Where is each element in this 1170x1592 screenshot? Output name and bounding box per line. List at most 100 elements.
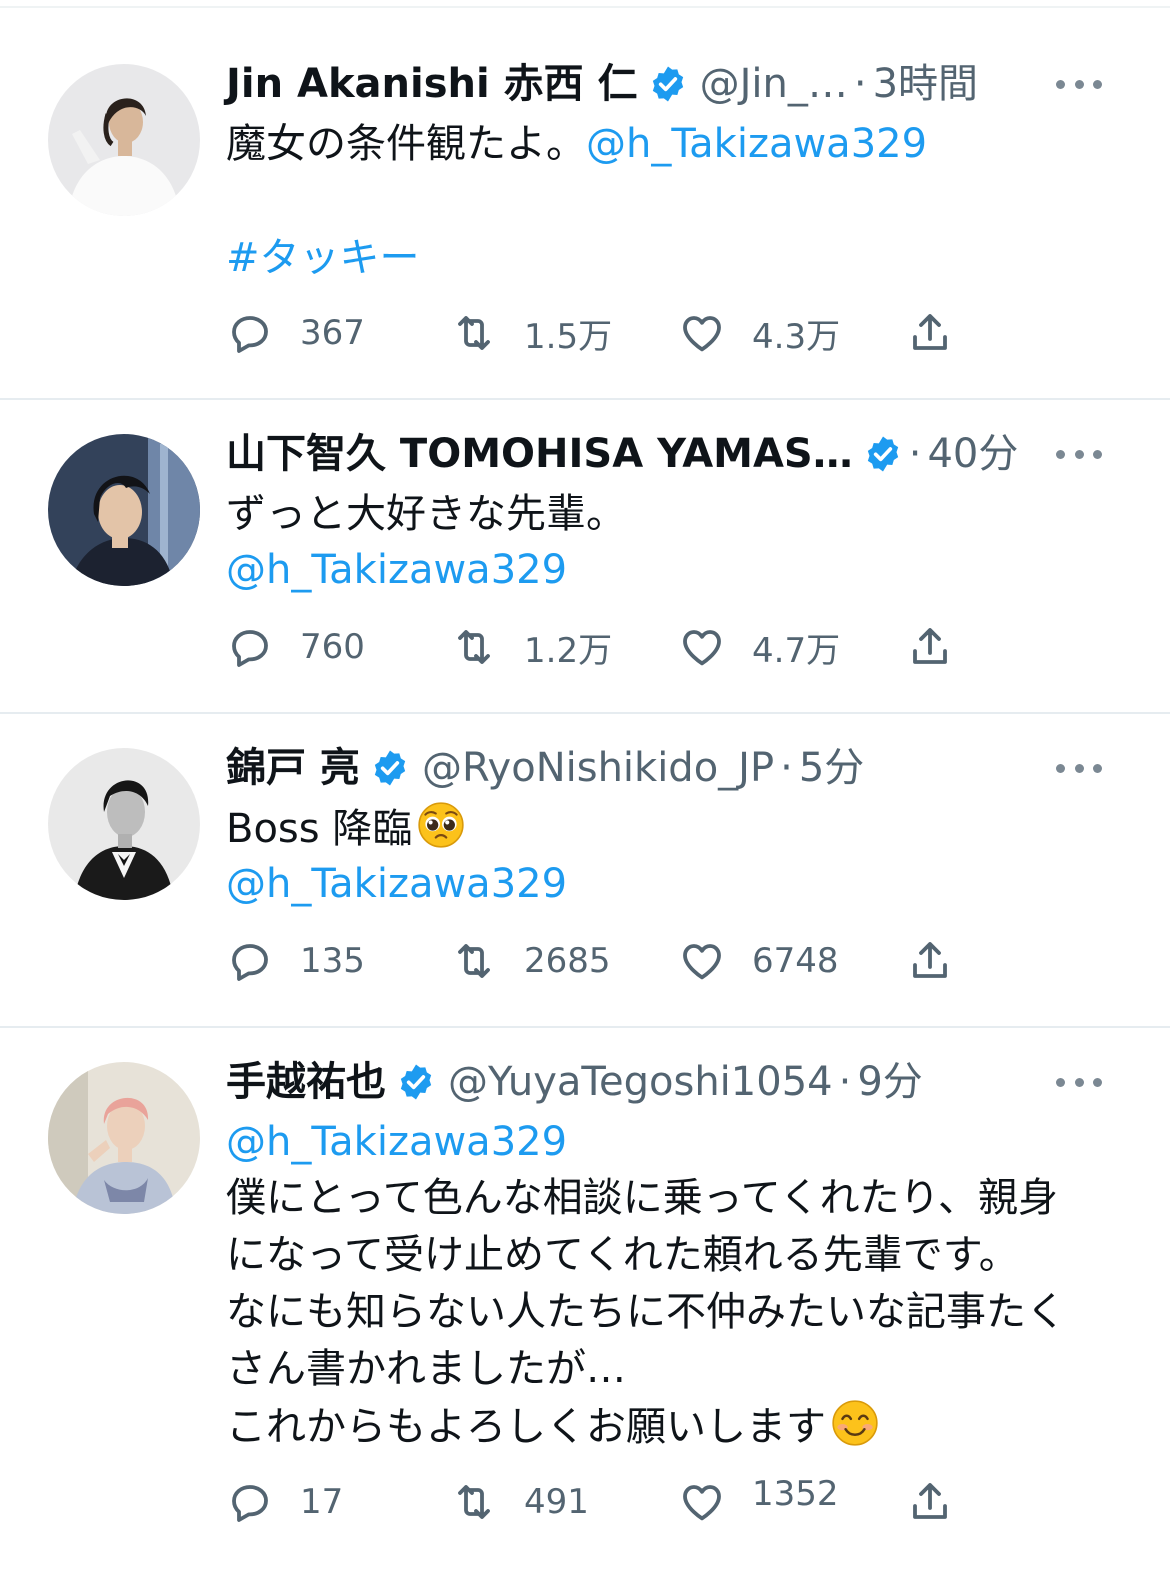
- handle[interactable]: @YuyaTegoshi1054: [448, 1054, 833, 1110]
- reply-count: 135: [300, 941, 365, 981]
- more-dots-icon[interactable]: [1056, 758, 1102, 778]
- share-upload-icon: [913, 942, 947, 978]
- tweet-actions: 135 2685 6748: [226, 933, 986, 989]
- tweet-text-line: #タッキー: [226, 230, 420, 286]
- retweet-button[interactable]: 1.5万: [450, 305, 612, 361]
- separator-dot: ·: [853, 61, 867, 107]
- tweet-text-line: 魔女の条件観たよ。@h_Takizawa329: [226, 116, 927, 172]
- tweet-header: 錦戸 亮 @RyoNishikido_JP · 5分: [226, 740, 864, 796]
- verified-badge-icon: [374, 750, 406, 786]
- retweet-arrows-icon: [458, 1485, 490, 1519]
- tweet-text: になって受け止めてくれた頼れる先輩です。: [226, 1232, 1019, 1278]
- top-divider: [0, 6, 1170, 8]
- tweet-text: 魔女の条件観たよ。: [226, 121, 586, 167]
- tweet-text: 僕にとって色んな相談に乗ってくれたり、親身: [226, 1175, 1058, 1221]
- reply-button[interactable]: 760: [226, 619, 365, 675]
- verified-badge-icon: [867, 436, 898, 472]
- reply-button[interactable]: 17: [226, 1474, 343, 1530]
- retweet-arrows-icon: [458, 630, 490, 664]
- reply-button[interactable]: 367: [226, 305, 365, 361]
- tweet-text-line: Boss 降臨: [226, 800, 466, 857]
- heart-icon: [683, 1485, 721, 1521]
- tweet-text-line: なにも知らない人たちに不仲みたいな記事たく: [226, 1284, 1066, 1340]
- tweet-text-line: @h_Takizawa329: [226, 856, 567, 912]
- tweet-header: 山下智久 TOMOHISA YAMAS… · 40分: [226, 426, 1018, 482]
- share-button[interactable]: [906, 1474, 954, 1530]
- more-dots-icon[interactable]: [1056, 444, 1102, 464]
- reply-count: 17: [300, 1482, 344, 1522]
- verified-badge-icon: [652, 66, 683, 102]
- timestamp[interactable]: 5分: [799, 740, 864, 796]
- timestamp[interactable]: 40分: [927, 426, 1018, 482]
- reply-count: 367: [300, 313, 365, 353]
- timestamp[interactable]: 9分: [857, 1054, 922, 1110]
- retweet-button[interactable]: 1.2万: [450, 619, 612, 675]
- display-name[interactable]: 山下智久 TOMOHISA YAMAS…: [226, 426, 853, 482]
- mention-link[interactable]: @h_Takizawa329: [226, 861, 567, 907]
- tweet-text-line: @h_Takizawa329: [226, 1114, 567, 1170]
- handle[interactable]: @Jin_…: [700, 56, 848, 112]
- tweet-divider: [0, 712, 1170, 714]
- retweet-button[interactable]: 2685: [450, 933, 611, 989]
- tweet-actions: 17 491 1352: [226, 1474, 986, 1530]
- mention-link[interactable]: @h_Takizawa329: [226, 1119, 567, 1165]
- like-button[interactable]: 4.3万: [678, 305, 840, 361]
- mention-link[interactable]: @h_Takizawa329: [586, 121, 927, 167]
- share-button[interactable]: [906, 619, 954, 675]
- avatar[interactable]: [48, 748, 200, 900]
- separator-dot: ·: [838, 1059, 852, 1105]
- retweet-button[interactable]: 491: [450, 1474, 589, 1530]
- like-count: 4.7万: [752, 630, 841, 671]
- heart-icon: [683, 944, 721, 980]
- separator-dot: ·: [908, 431, 922, 477]
- speech-bubble-icon: [232, 630, 268, 667]
- tweet-text: Boss 降臨: [226, 806, 413, 852]
- avatar[interactable]: [48, 434, 200, 586]
- avatar[interactable]: [48, 1062, 200, 1214]
- verified-badge-icon: [400, 1064, 432, 1100]
- share-upload-icon: [913, 314, 947, 350]
- mention-link[interactable]: @h_Takizawa329: [226, 547, 567, 593]
- more-dots-icon[interactable]: [1056, 74, 1102, 94]
- like-button[interactable]: 4.7万: [678, 619, 840, 675]
- more-dots-icon[interactable]: [1056, 1072, 1102, 1092]
- tweet-text: これからもよろしくお願いします: [226, 1404, 826, 1450]
- display-name[interactable]: 錦戸 亮: [226, 740, 360, 796]
- like-button[interactable]: 6748: [678, 933, 839, 989]
- retweet-count: 1.5万: [524, 316, 613, 357]
- retweet-arrows-icon: [458, 316, 490, 350]
- retweet-count: 491: [524, 1482, 589, 1522]
- like-count: 1352: [752, 1474, 839, 1514]
- tweet-header: Jin Akanishi 赤西 仁 @Jin_… · 3時間: [226, 56, 978, 112]
- retweet-count: 1.2万: [524, 630, 613, 671]
- share-button[interactable]: [906, 305, 954, 361]
- display-name[interactable]: Jin Akanishi 赤西 仁: [226, 56, 638, 112]
- like-button[interactable]: 1352: [678, 1474, 839, 1530]
- share-upload-icon: [913, 628, 947, 664]
- tweet-text: さん書かれましたが…: [226, 1346, 626, 1392]
- speech-bubble-icon: [232, 316, 268, 353]
- heart-icon: [683, 630, 721, 666]
- heart-icon: [683, 316, 721, 352]
- like-count: 6748: [752, 941, 839, 981]
- display-name[interactable]: 手越祐也: [226, 1054, 386, 1110]
- tweet-text-line: これからもよろしくお願いします: [226, 1398, 880, 1455]
- retweet-count: 2685: [524, 941, 611, 981]
- pleading-face-emoji: [418, 802, 464, 848]
- tweet-divider: [0, 1026, 1170, 1028]
- tweet-header: 手越祐也 @YuyaTegoshi1054 · 9分: [226, 1054, 923, 1110]
- tweet-text-line: さん書かれましたが…: [226, 1341, 626, 1397]
- tweet-text-line: 僕にとって色んな相談に乗ってくれたり、親身: [226, 1170, 1058, 1226]
- timestamp[interactable]: 3時間: [873, 56, 978, 112]
- reply-button[interactable]: 135: [226, 933, 365, 989]
- tweet-actions: 760 1.2万 4.7万: [226, 619, 986, 675]
- avatar[interactable]: [48, 64, 200, 216]
- like-count: 4.3万: [752, 316, 841, 357]
- speech-bubble-icon: [232, 1485, 268, 1522]
- handle[interactable]: @RyoNishikido_JP: [422, 740, 774, 796]
- hashtag-link[interactable]: #タッキー: [226, 235, 420, 281]
- tweet-actions: 367 1.5万 4.3万: [226, 305, 986, 361]
- share-button[interactable]: [906, 933, 954, 989]
- retweet-arrows-icon: [458, 944, 490, 978]
- share-upload-icon: [913, 1483, 947, 1519]
